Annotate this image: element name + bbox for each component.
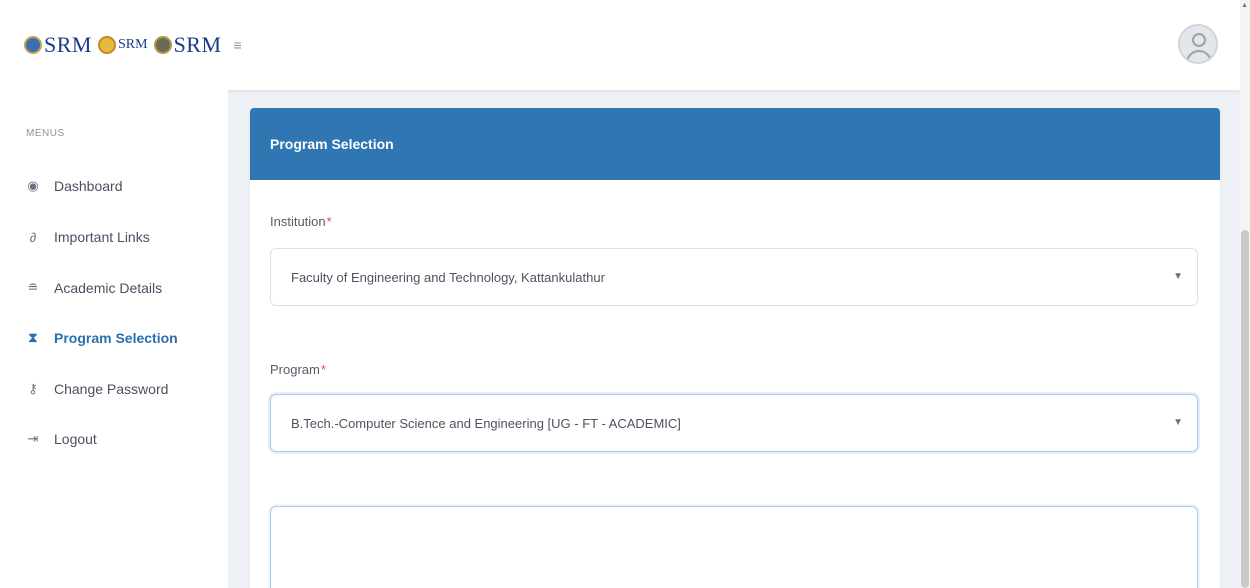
sidebar-item-label: Dashboard xyxy=(54,178,123,194)
logout-icon: ⇥ xyxy=(27,431,39,446)
seal-icon xyxy=(24,36,42,54)
link-icon: ∂ xyxy=(29,229,37,245)
seal-icon xyxy=(97,36,116,54)
hamburger-icon[interactable]: ≡ xyxy=(234,37,242,53)
sidebar-item-label: Important Links xyxy=(54,229,150,245)
sidebar-item-logout[interactable]: ⇥ Logout xyxy=(26,431,97,447)
sidebar-item-label: Academic Details xyxy=(54,280,163,296)
sidebar-item-dashboard[interactable]: ◉ Dashboard xyxy=(26,178,123,194)
graduation-icon: ≘ xyxy=(27,280,39,295)
sidebar-item-change-password[interactable]: ⚷ Change Password xyxy=(26,381,168,397)
chevron-down-icon: ▼ xyxy=(1173,271,1183,282)
institution-label-text: Institution xyxy=(270,214,326,229)
scroll-up-icon[interactable]: ▲ xyxy=(1241,2,1248,9)
program-selection-card: Program Selection Institution* Faculty o… xyxy=(250,108,1220,588)
program-label-text: Program xyxy=(270,362,320,377)
institution-select[interactable]: Faculty of Engineering and Technology, K… xyxy=(270,248,1198,306)
avatar-head xyxy=(1192,33,1206,47)
program-label: Program* xyxy=(270,362,326,377)
srm-logo-1[interactable]: SRM xyxy=(24,34,92,56)
scrollbar[interactable]: ▲ xyxy=(1240,0,1250,588)
institution-value: Faculty of Engineering and Technology, K… xyxy=(291,269,605,285)
sidebar-item-program-selection[interactable]: ⧗ Program Selection xyxy=(26,330,178,346)
srm-logo-2[interactable]: SRM xyxy=(97,36,148,54)
sidebar: MENUS ◉ Dashboard ∂ Important Links ≘ Ac… xyxy=(0,90,228,588)
card-title: Program Selection xyxy=(250,108,1220,180)
menu-title: MENUS xyxy=(26,128,65,139)
logo-group: SRM SRM SRM xyxy=(24,34,222,56)
dashboard-icon: ◉ xyxy=(27,178,39,193)
sidebar-item-label: Change Password xyxy=(54,381,169,397)
institution-label: Institution* xyxy=(270,214,332,229)
avatar-body xyxy=(1186,50,1212,62)
top-header: SRM SRM SRM ≡ xyxy=(0,0,1240,90)
logo-text: SRM xyxy=(117,37,148,52)
sidebar-item-label: Program Selection xyxy=(54,330,178,346)
key-icon: ⚷ xyxy=(28,381,38,396)
program-value: B.Tech.-Computer Science and Engineering… xyxy=(291,415,681,431)
sidebar-item-important-links[interactable]: ∂ Important Links xyxy=(26,229,150,245)
logo-text: SRM xyxy=(44,32,92,57)
scrollbar-thumb[interactable] xyxy=(1241,230,1249,588)
chevron-down-icon: ▼ xyxy=(1173,417,1183,428)
sidebar-item-label: Logout xyxy=(54,431,97,447)
user-avatar-icon[interactable] xyxy=(1178,24,1218,64)
details-panel[interactable] xyxy=(270,506,1198,588)
required-mark: * xyxy=(326,214,332,229)
sidebar-item-academic-details[interactable]: ≘ Academic Details xyxy=(26,280,163,296)
logo-text: SRM xyxy=(173,32,222,57)
seal-icon xyxy=(153,36,172,54)
hourglass-icon: ⧗ xyxy=(28,330,38,345)
program-select[interactable]: B.Tech.-Computer Science and Engineering… xyxy=(270,394,1198,452)
srm-logo-3[interactable]: SRM xyxy=(153,32,222,57)
required-mark: * xyxy=(320,362,326,377)
